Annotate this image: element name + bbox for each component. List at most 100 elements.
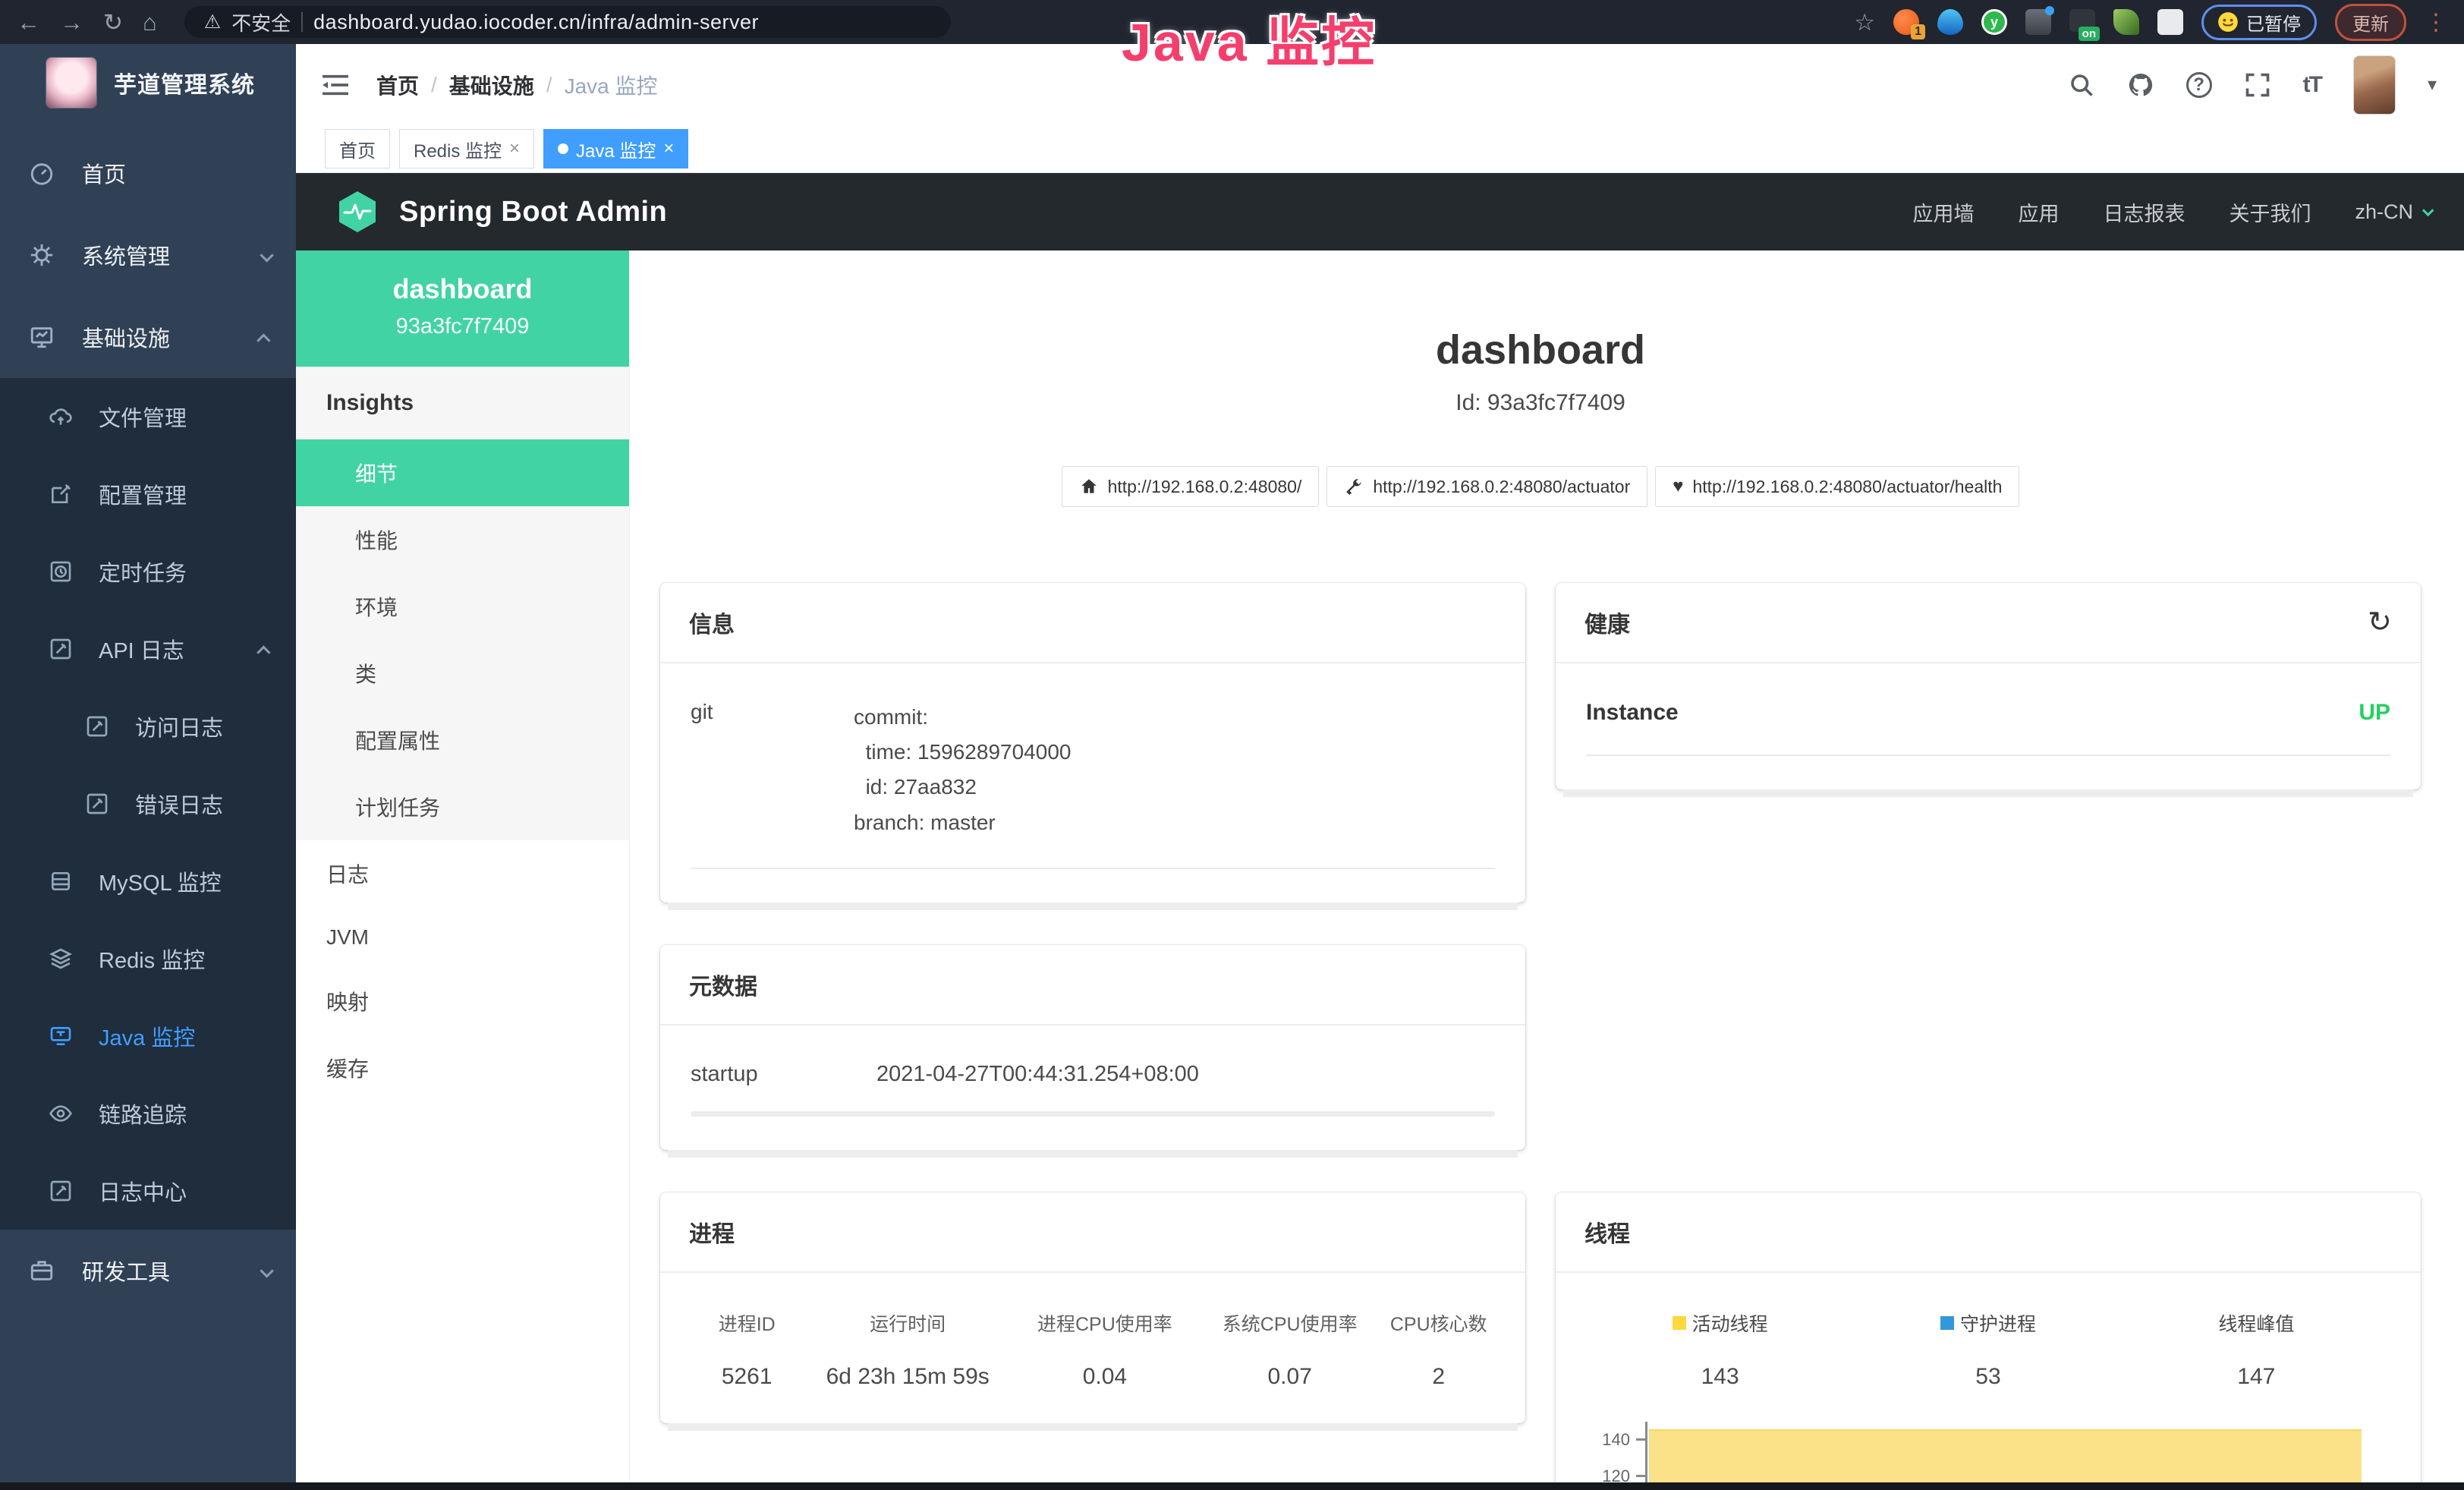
close-icon[interactable] [509, 138, 520, 159]
sba-brand[interactable]: Spring Boot Admin [335, 190, 667, 234]
sidebar-item-mysql[interactable]: MySQL 监控 [0, 843, 296, 920]
history-icon[interactable] [2368, 611, 2392, 634]
search-icon[interactable] [2068, 71, 2095, 99]
gear-icon [29, 242, 55, 268]
extension-icon-switch[interactable]: on [2069, 9, 2095, 35]
paused-badge[interactable]: 已暂停 [2201, 5, 2317, 40]
address-url[interactable]: dashboard.yudao.iocoder.cn/infra/admin-s… [313, 11, 759, 34]
sidebar-item-home[interactable]: 首页 [0, 132, 296, 214]
tab-java-monitor[interactable]: Java 监控 [543, 129, 688, 169]
active-tab-dot [558, 143, 568, 154]
menu-item-environment[interactable]: 环境 [296, 573, 629, 640]
process-table-headers: 进程ID 运行时间 进程CPU使用率 系统CPU使用率 CPU核心数 [691, 1309, 1495, 1337]
extensions-puzzle-icon[interactable] [2157, 9, 2183, 35]
sba-nav-applications[interactable]: 应用 [2018, 197, 2059, 227]
address-bar[interactable]: 不安全 dashboard.yudao.iocoder.cn/infra/adm… [184, 6, 951, 38]
browser-reload-icon[interactable] [103, 11, 123, 34]
browser-menu-icon[interactable] [2425, 9, 2447, 36]
browser-home-icon[interactable] [143, 11, 157, 34]
locale-select[interactable]: zh-CN [2355, 200, 2431, 224]
sba-nav-journal[interactable]: 日志报表 [2103, 197, 2185, 227]
card-title: 信息 [689, 606, 735, 639]
instance-header[interactable]: dashboard 93a3fc7f7409 [296, 250, 629, 367]
sidebar-item-config[interactable]: 配置管理 [0, 455, 296, 533]
github-icon[interactable] [2127, 71, 2154, 99]
avatar-caret-icon[interactable] [2428, 74, 2437, 96]
actuator-url-button[interactable]: http://192.168.0.2:48080/actuator [1326, 466, 1647, 507]
section-insights[interactable]: Insights [296, 367, 629, 439]
java-monitor-icon [49, 1024, 73, 1048]
extension-icon-orange[interactable]: 1 [1893, 9, 1919, 35]
admin-sidebar: 芋道管理系统 首页 系统管理 基础设施 文件管理 [0, 44, 296, 1490]
sidebar-item-system[interactable]: 系统管理 [0, 214, 296, 296]
sidebar-item-job[interactable]: 定时任务 [0, 533, 296, 610]
admin-menu: 首页 系统管理 基础设施 文件管理 配置管理 [0, 132, 296, 1312]
menu-item-classes[interactable]: 类 [296, 640, 629, 707]
not-secure-label: 不安全 [231, 8, 291, 36]
eye-icon [49, 1101, 73, 1126]
cpu-cores-value: 2 [1383, 1364, 1495, 1390]
sidebar-item-log-center[interactable]: 日志中心 [0, 1152, 296, 1230]
breadcrumb-home[interactable]: 首页 [376, 70, 419, 100]
health-label: Instance [1586, 700, 1679, 726]
close-icon[interactable] [663, 138, 674, 159]
health-card: 健康 Instance UP [1556, 583, 2421, 789]
edit-icon [49, 482, 73, 506]
sidebar-item-api-log[interactable]: API 日志 [0, 610, 296, 688]
service-url-button[interactable]: http://192.168.0.2:48080/ [1062, 466, 1320, 507]
sidebar-item-label: 文件管理 [99, 401, 187, 433]
extension-icon-leaf[interactable] [2113, 9, 2139, 35]
menu-item-mappings[interactable]: 映射 [296, 968, 629, 1035]
instance-main: dashboard Id: 93a3fc7f7409 http://192.16… [630, 250, 2464, 1490]
menu-item-caches[interactable]: 缓存 [296, 1035, 629, 1101]
threads-card-body: 活动线程 守护进程 线程峰值 143 53 [1556, 1273, 2421, 1490]
sba-nav-wallboard[interactable]: 应用墙 [1912, 197, 1974, 227]
menu-item-config-props[interactable]: 配置属性 [296, 707, 629, 773]
extension-icon-pin[interactable] [1937, 9, 1963, 35]
hamburger-icon[interactable] [320, 72, 351, 98]
sidebar-item-infra[interactable]: 基础设施 [0, 296, 296, 378]
sidebar-item-file[interactable]: 文件管理 [0, 378, 296, 455]
dashboard-icon [29, 160, 55, 186]
help-icon[interactable] [2186, 72, 2212, 98]
sidebar-item-devtools[interactable]: 研发工具 [0, 1230, 296, 1312]
metadata-row-startup: startup 2021-04-27T00:44:31.254+08:00 [691, 1062, 1495, 1087]
menu-item-jvm[interactable]: JVM [296, 907, 629, 968]
extension-icon-grid[interactable] [2025, 9, 2051, 35]
sidebar-item-trace[interactable]: 链路追踪 [0, 1075, 296, 1152]
sidebar-item-error-log[interactable]: 错误日志 [0, 765, 296, 843]
bookmark-star-icon[interactable] [1854, 11, 1875, 34]
sba-brand-text: Spring Boot Admin [399, 196, 667, 228]
menu-item-scheduled-tasks[interactable]: 计划任务 [296, 773, 629, 840]
health-url-button[interactable]: http://192.168.0.2:48080/actuator/health [1655, 466, 2019, 507]
update-button[interactable]: 更新 [2335, 4, 2406, 41]
not-secure-icon [204, 11, 221, 33]
fullscreen-icon[interactable] [2244, 71, 2271, 99]
process-card-header: 进程 [660, 1192, 1525, 1273]
tab-home[interactable]: 首页 [325, 129, 390, 169]
sidebar-item-java-monitor[interactable]: Java 监控 [0, 997, 296, 1075]
sidebar-item-redis[interactable]: Redis 监控 [0, 920, 296, 997]
user-avatar[interactable] [2353, 55, 2396, 115]
font-size-icon[interactable] [2303, 72, 2321, 98]
breadcrumb-infra[interactable]: 基础设施 [449, 70, 534, 100]
menu-item-metrics[interactable]: 性能 [296, 506, 629, 573]
sidebar-item-label: 定时任务 [99, 556, 187, 587]
menu-item-logs[interactable]: 日志 [296, 840, 629, 907]
health-url: http://192.168.0.2:48080/actuator/health [1692, 477, 2002, 497]
threads-values-row: 143 53 147 [1586, 1364, 2390, 1390]
locale-label: zh-CN [2355, 200, 2413, 224]
sba-nav-about[interactable]: 关于我们 [2229, 197, 2311, 227]
process-card: 进程 进程ID 运行时间 进程CPU使用率 系统CPU使用率 CPU核心数 52… [660, 1192, 1525, 1423]
tab-redis-monitor[interactable]: Redis 监控 [399, 129, 534, 169]
browser-back-icon[interactable] [17, 11, 40, 34]
menu-item-details[interactable]: 细节 [296, 439, 629, 506]
sidebar-item-label: 系统管理 [82, 239, 170, 271]
threads-area-series [1649, 1429, 2362, 1490]
chevron-up-icon [260, 637, 270, 662]
browser-forward-icon[interactable] [60, 11, 83, 34]
health-row-instance[interactable]: Instance UP [1586, 700, 2390, 756]
app-logo-row[interactable]: 芋道管理系统 [0, 44, 296, 121]
sidebar-item-access-log[interactable]: 访问日志 [0, 688, 296, 765]
extension-icon-y[interactable]: y [1981, 9, 2007, 35]
